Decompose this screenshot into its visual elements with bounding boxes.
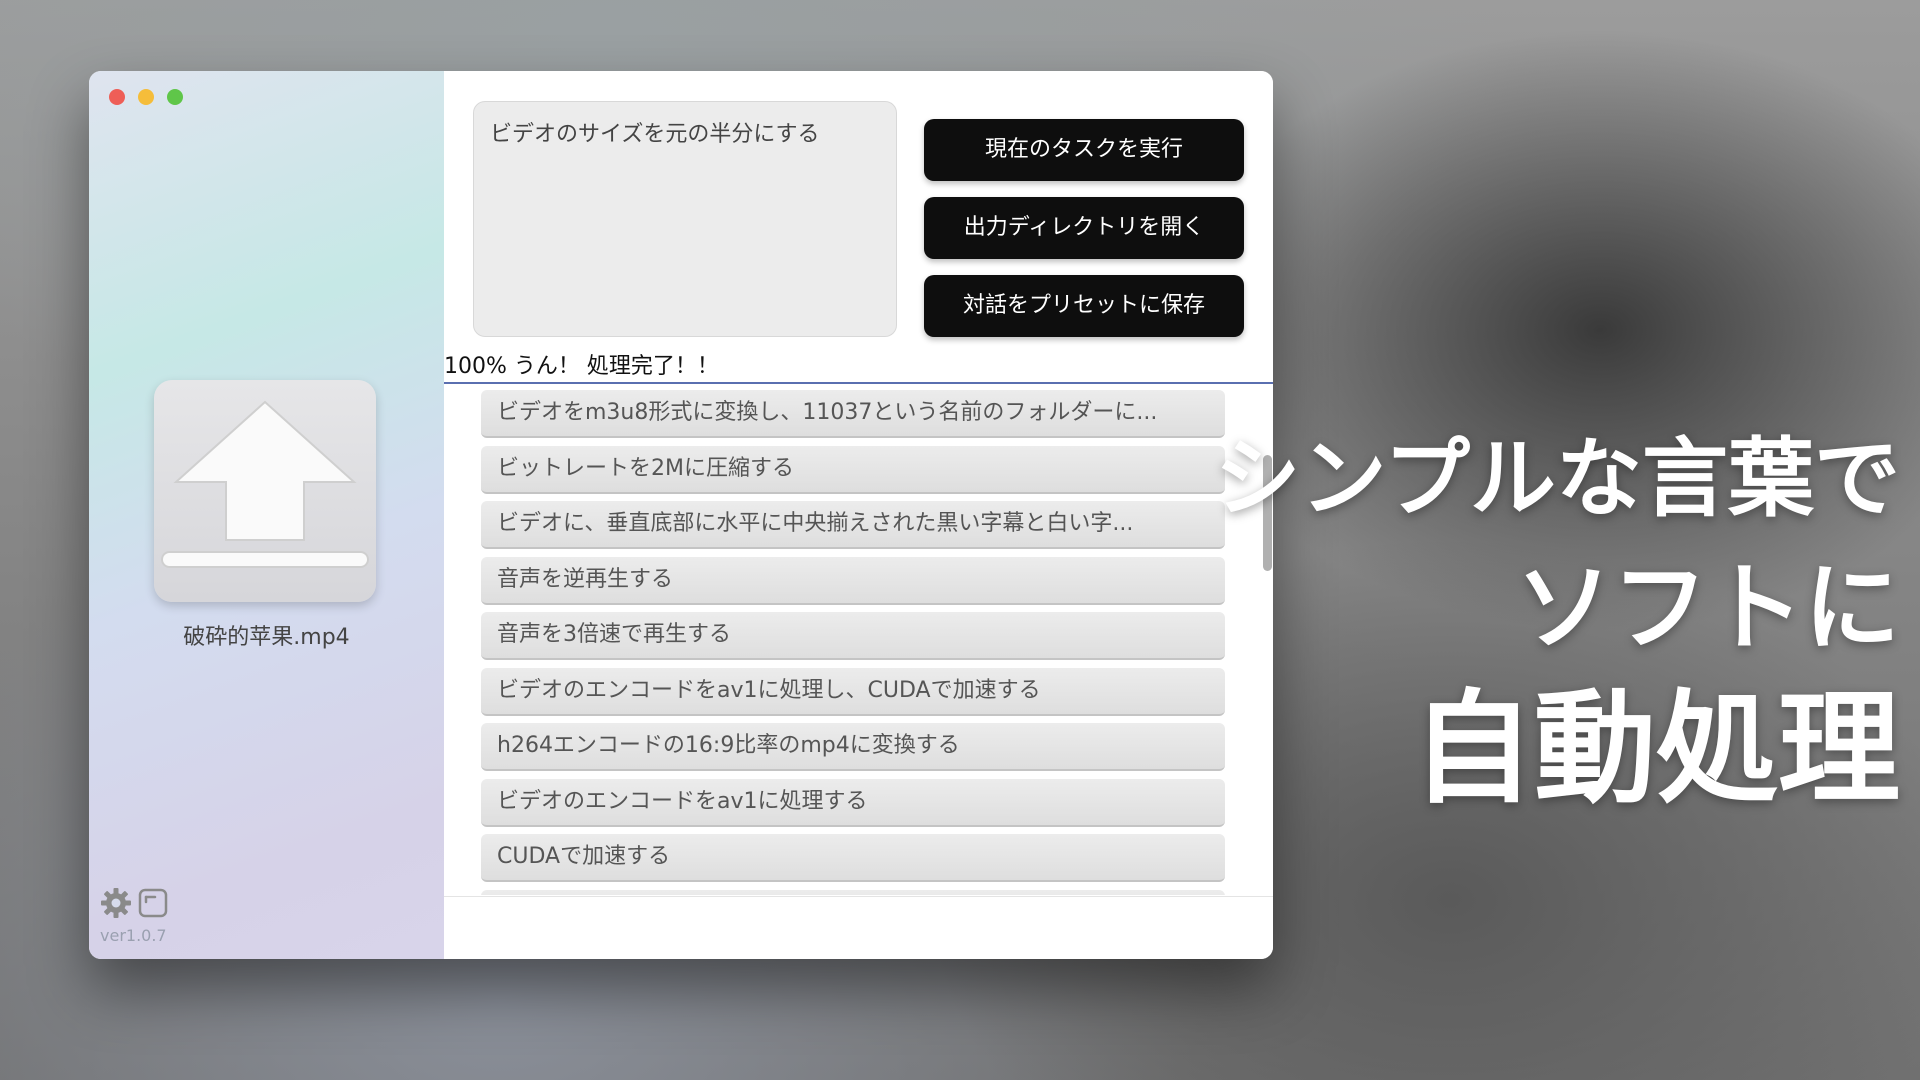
headline-line-3: 自動処理 <box>1412 678 1900 820</box>
maximize-icon[interactable] <box>167 89 183 105</box>
window-icon[interactable] <box>138 888 168 918</box>
preset-item[interactable]: ビデオのエンコードをav1に処理する <box>481 778 1225 827</box>
preset-item[interactable]: ビデオに、垂直底部に水平に中央揃えされた黒い字幕と白い字... <box>481 501 1225 549</box>
app-window: 破砕的苹果.mp4 ver1.0.7 ビデオのサイズを元の半分にする 現在のタス… <box>89 71 1273 959</box>
preset-item[interactable]: 音声を3倍速で再生する <box>481 612 1225 660</box>
close-icon[interactable] <box>109 89 125 105</box>
status-text: 100% うん！ 処理完了！！ <box>444 354 719 379</box>
open-output-dir-button[interactable]: 出力ディレクトリを開く <box>924 197 1244 259</box>
save-preset-button[interactable]: 対話をプリセットに保存 <box>924 275 1244 337</box>
prompt-input[interactable]: ビデオのサイズを元の半分にする <box>473 101 897 337</box>
preset-item[interactable]: ビットレートを2Mに圧縮する <box>481 445 1225 494</box>
divider <box>444 896 1273 897</box>
preset-list: ビデオをm3u8形式に変換し、11037という名前のフォルダーに... ビットレ… <box>481 390 1225 895</box>
run-task-button[interactable]: 現在のタスクを実行 <box>924 119 1244 181</box>
preset-item[interactable]: ビデオをm3u8形式に変換し、11037という名前のフォルダーに... <box>481 390 1225 438</box>
preset-item[interactable]: ビデオのエンコードをav1に処理し、CUDAで加速する <box>481 667 1225 716</box>
headline-line-1: シンプルな言葉で <box>1214 429 1900 529</box>
minimize-icon[interactable] <box>138 89 154 105</box>
preset-item[interactable] <box>481 889 1225 895</box>
progress-bar <box>444 382 1273 384</box>
file-drop-zone[interactable] <box>154 380 376 602</box>
preset-item[interactable]: CUDAで加速する <box>481 834 1225 882</box>
main-panel: ビデオのサイズを元の半分にする 現在のタスクを実行 出力ディレクトリを開く 対話… <box>444 71 1273 959</box>
upload-arrow-icon <box>161 400 369 568</box>
gear-icon[interactable] <box>100 887 132 919</box>
version-label: ver1.0.7 <box>100 926 167 945</box>
preset-item[interactable]: 音声を逆再生する <box>481 556 1225 605</box>
headline-line-2: ソフトに <box>1516 552 1900 664</box>
sidebar: 破砕的苹果.mp4 ver1.0.7 <box>89 71 444 959</box>
file-name: 破砕的苹果.mp4 <box>183 625 350 650</box>
preset-item[interactable]: h264エンコードの16:9比率のmp4に変換する <box>481 723 1225 771</box>
